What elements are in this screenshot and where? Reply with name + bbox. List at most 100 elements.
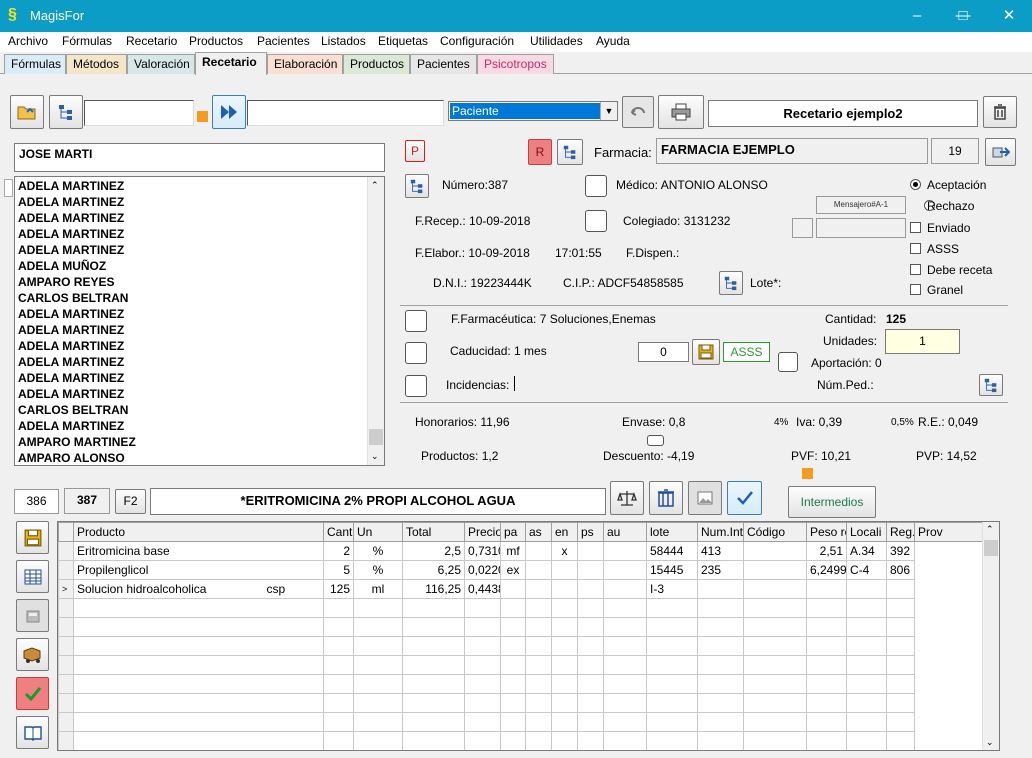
patient-list-item[interactable]: AMPARO REYES [18,275,114,289]
table-cell[interactable]: % [353,541,403,561]
patient-list-item[interactable]: AMPARO MARTINEZ [18,435,136,449]
table-cell[interactable] [846,731,887,750]
tab-recetario[interactable]: Recetario [195,52,267,75]
table-cell[interactable] [525,636,552,656]
row-header[interactable] [58,731,74,750]
aportacion-selector[interactable] [778,352,798,372]
table-cell[interactable] [806,693,847,713]
table-cell[interactable] [886,674,915,694]
table-cell[interactable] [806,598,847,618]
confirm-button[interactable] [727,481,762,515]
table-cell[interactable]: C-4 [846,560,887,580]
table-cell[interactable] [402,655,465,675]
row-header[interactable] [58,560,74,580]
table-cell[interactable] [551,712,578,732]
table-cell[interactable] [353,674,403,694]
table-cell[interactable] [525,579,552,599]
table-cell[interactable] [464,598,501,618]
p-button[interactable]: P [405,140,425,162]
image-button[interactable] [688,481,722,515]
table-cell[interactable] [846,636,887,656]
table-cell[interactable] [353,617,403,637]
table-cell[interactable] [500,617,526,637]
table-cell[interactable]: 15445 [646,560,698,580]
table-cell[interactable] [353,693,403,713]
table-cell[interactable] [697,617,744,637]
table-cell[interactable]: 0,443889 [464,579,501,599]
table-cell[interactable] [697,674,744,694]
balance-button[interactable] [610,481,644,515]
patient-list-scrollbar[interactable]: ⌃ ⌄ [367,177,384,465]
patient-list-item[interactable]: ADELA MARTINEZ [18,387,124,401]
table-cell[interactable]: 2,51 [806,541,847,561]
columns-button[interactable] [649,481,683,515]
table-cell[interactable] [806,579,847,599]
column-header-pa[interactable]: pa [500,522,526,542]
column-header-as[interactable]: as [525,522,552,542]
table-row[interactable] [58,731,984,750]
table-cell[interactable]: 2,5 [402,541,465,561]
save-counter-button[interactable] [692,339,720,365]
table-cell[interactable] [263,674,324,694]
numped-tree-button[interactable] [979,374,1003,396]
table-cell[interactable] [697,693,744,713]
table-cell[interactable] [73,731,264,750]
table-cell[interactable] [323,731,354,750]
table-cell[interactable] [525,655,552,675]
row-header[interactable] [58,712,74,732]
menu-recetario[interactable]: Recetario [126,34,177,48]
table-cell[interactable] [263,560,324,580]
table-cell[interactable] [73,617,264,637]
table-cell[interactable] [551,655,578,675]
table-cell[interactable]: A.34 [846,541,887,561]
table-cell[interactable] [551,579,578,599]
table-cell[interactable] [525,560,552,580]
table-row[interactable]: Propilenglicol 5%6,250,022021ex 15445235 6,… [58,560,984,580]
products-grid[interactable]: Producto Cant. Un Total Precio pa as en ps au lote… [57,521,1000,751]
table-cell[interactable]: x [551,541,578,561]
book-button[interactable] [16,716,49,749]
debe-receta-checkbox[interactable] [910,264,921,275]
table-cell[interactable] [743,541,807,561]
table-cell[interactable] [646,598,698,618]
table-cell[interactable] [525,731,552,750]
row-header[interactable] [58,541,74,561]
column-header-ps[interactable]: ps [577,522,604,542]
table-cell[interactable]: 413 [697,541,744,561]
table-cell[interactable] [353,655,403,675]
table-cell[interactable] [464,636,501,656]
table-cell[interactable]: 125 [323,579,354,599]
table-cell[interactable] [646,636,698,656]
table-cell[interactable] [743,617,807,637]
menu-configuracion[interactable]: Configuración [440,34,514,48]
undo-button[interactable] [622,96,654,128]
asss-checkbox[interactable] [910,243,921,254]
table-cell[interactable] [323,655,354,675]
table-cell[interactable] [846,598,887,618]
medico-selector[interactable] [585,175,607,197]
table-cell[interactable] [806,636,847,656]
table-cell[interactable] [525,693,552,713]
table-cell[interactable]: I-3 [646,579,698,599]
patient-list-item[interactable]: ADELA MARTINEZ [18,179,124,193]
table-cell[interactable] [323,712,354,732]
tab-productos[interactable]: Productos [343,54,410,74]
counter-field[interactable]: 0 [638,342,689,362]
grid-scrollbar[interactable]: ⌃ ⌄ [982,522,999,750]
table-cell[interactable] [846,693,887,713]
table-cell[interactable] [263,598,324,618]
table-cell[interactable] [603,731,647,750]
table-cell[interactable] [263,693,324,713]
table-cell[interactable] [603,541,647,561]
table-cell[interactable] [646,731,698,750]
table-cell[interactable] [353,636,403,656]
menu-ayuda[interactable]: Ayuda [596,34,630,48]
table-row[interactable] [58,636,984,656]
close-window-icon[interactable]: ✕ [986,0,1032,32]
formula-name-field[interactable]: *ERITROMICINA 2% PROPI ALCOHOL AGUA [150,488,606,515]
table-row[interactable] [58,693,984,713]
patient-list-item[interactable]: ADELA MARTINEZ [18,355,124,369]
table-cell[interactable] [846,579,887,599]
table-cell[interactable] [886,598,915,618]
table-cell[interactable] [263,541,324,561]
